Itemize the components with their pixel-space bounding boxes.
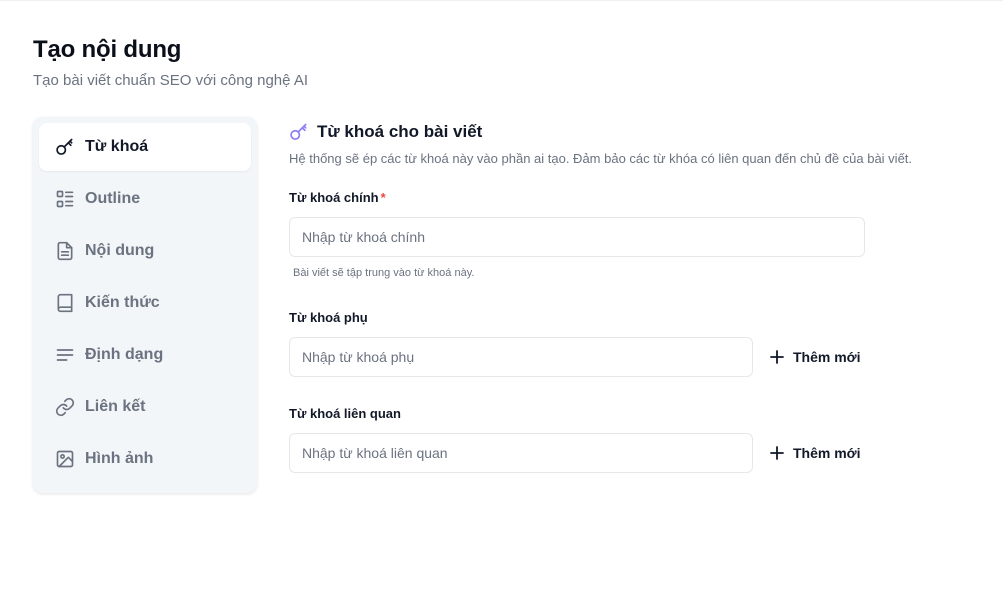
- format-lines-icon: [55, 345, 75, 365]
- add-button-label: Thêm mới: [793, 445, 861, 461]
- section-header: Từ khoá cho bài viết: [289, 117, 989, 147]
- sidebar-item-label: Kiến thức: [85, 294, 160, 311]
- add-secondary-keyword-button[interactable]: Thêm mới: [770, 345, 861, 369]
- section-title: Từ khoá cho bài viết: [317, 122, 483, 141]
- sidebar-item-label: Từ khoá: [85, 138, 149, 155]
- add-button-label: Thêm mới: [793, 349, 861, 365]
- main-keyword-label-text: Từ khoá chính: [289, 190, 379, 205]
- required-mark: *: [380, 190, 386, 205]
- secondary-keyword-input[interactable]: [289, 337, 753, 377]
- keywords-section: Từ khoá cho bài viết Hệ thống sẽ ép các …: [289, 117, 989, 166]
- sidebar-item-label: Hình ảnh: [85, 450, 154, 467]
- page-subtitle: Tạo bài viết chuẩn SEO với công nghệ AI: [33, 72, 309, 89]
- add-related-keyword-button[interactable]: Thêm mới: [770, 441, 861, 465]
- top-divider: [0, 0, 1003, 1]
- related-keyword-label: Từ khoá liên quan: [289, 406, 401, 421]
- sidebar-item-label: Định dạng: [85, 346, 164, 363]
- sidebar-item-images[interactable]: Hình ảnh: [39, 435, 251, 483]
- image-icon: [55, 449, 75, 469]
- secondary-keyword-label: Từ khoá phụ: [289, 310, 368, 325]
- outline-list-icon: [55, 189, 75, 209]
- sidebar-item-keywords[interactable]: Từ khoá: [39, 123, 251, 171]
- section-description: Hệ thống sẽ ép các từ khoá này vào phần …: [289, 151, 913, 166]
- main-keyword-label: Từ khoá chính *: [289, 190, 386, 205]
- sidebar-item-links[interactable]: Liên kết: [39, 383, 251, 431]
- sidebar-item-outline[interactable]: Outline: [39, 175, 251, 223]
- page-title: Tạo nội dung: [33, 36, 182, 63]
- document-icon: [55, 241, 75, 261]
- sidebar-item-label: Liên kết: [85, 398, 146, 415]
- link-icon: [55, 397, 75, 417]
- sidebar-item-content[interactable]: Nội dung: [39, 227, 251, 275]
- sidebar-item-label: Outline: [85, 190, 141, 207]
- main-keyword-input[interactable]: [289, 217, 865, 257]
- sidebar-item-knowledge[interactable]: Kiến thức: [39, 279, 251, 327]
- plus-icon: [770, 350, 784, 364]
- steps-sidebar: Từ khoá Outline Nội dung Kiến thức Định …: [33, 117, 257, 493]
- related-keyword-input[interactable]: [289, 433, 753, 473]
- key-icon: [289, 122, 309, 142]
- key-icon: [55, 137, 75, 157]
- main-keyword-hint: Bài viết sẽ tập trung vào từ khoá này.: [293, 267, 475, 279]
- sidebar-item-format[interactable]: Định dạng: [39, 331, 251, 379]
- sidebar-item-label: Nội dung: [85, 242, 155, 259]
- plus-icon: [770, 446, 784, 460]
- book-icon: [55, 293, 75, 313]
